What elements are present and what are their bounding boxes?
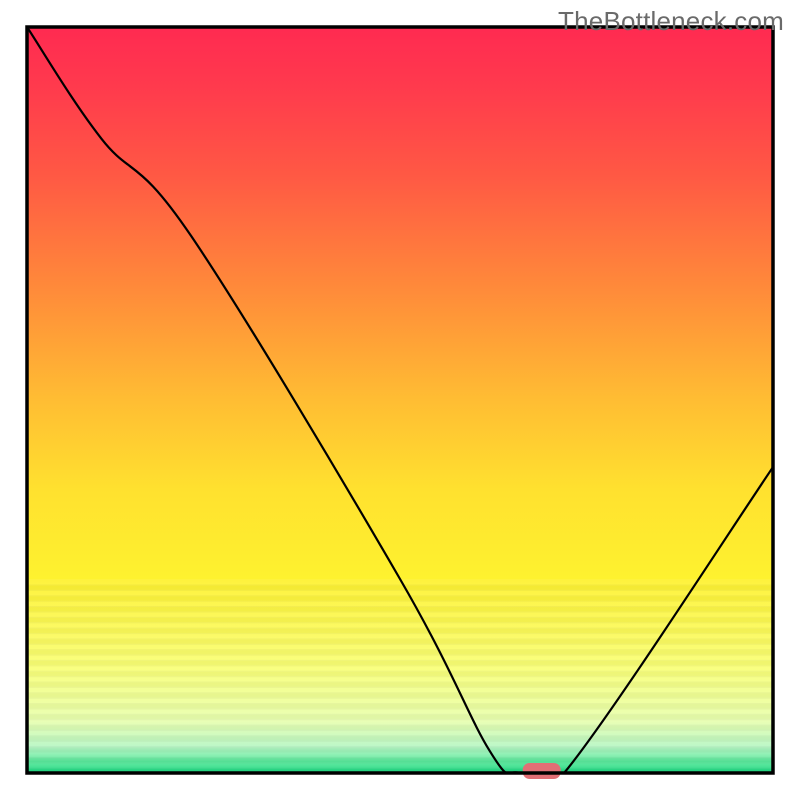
watermark-label: TheBottleneck.com (558, 6, 784, 37)
chart-svg (0, 0, 800, 800)
gradient-banding (27, 579, 773, 774)
bottleneck-chart: TheBottleneck.com (0, 0, 800, 800)
current-position-marker (523, 763, 561, 779)
